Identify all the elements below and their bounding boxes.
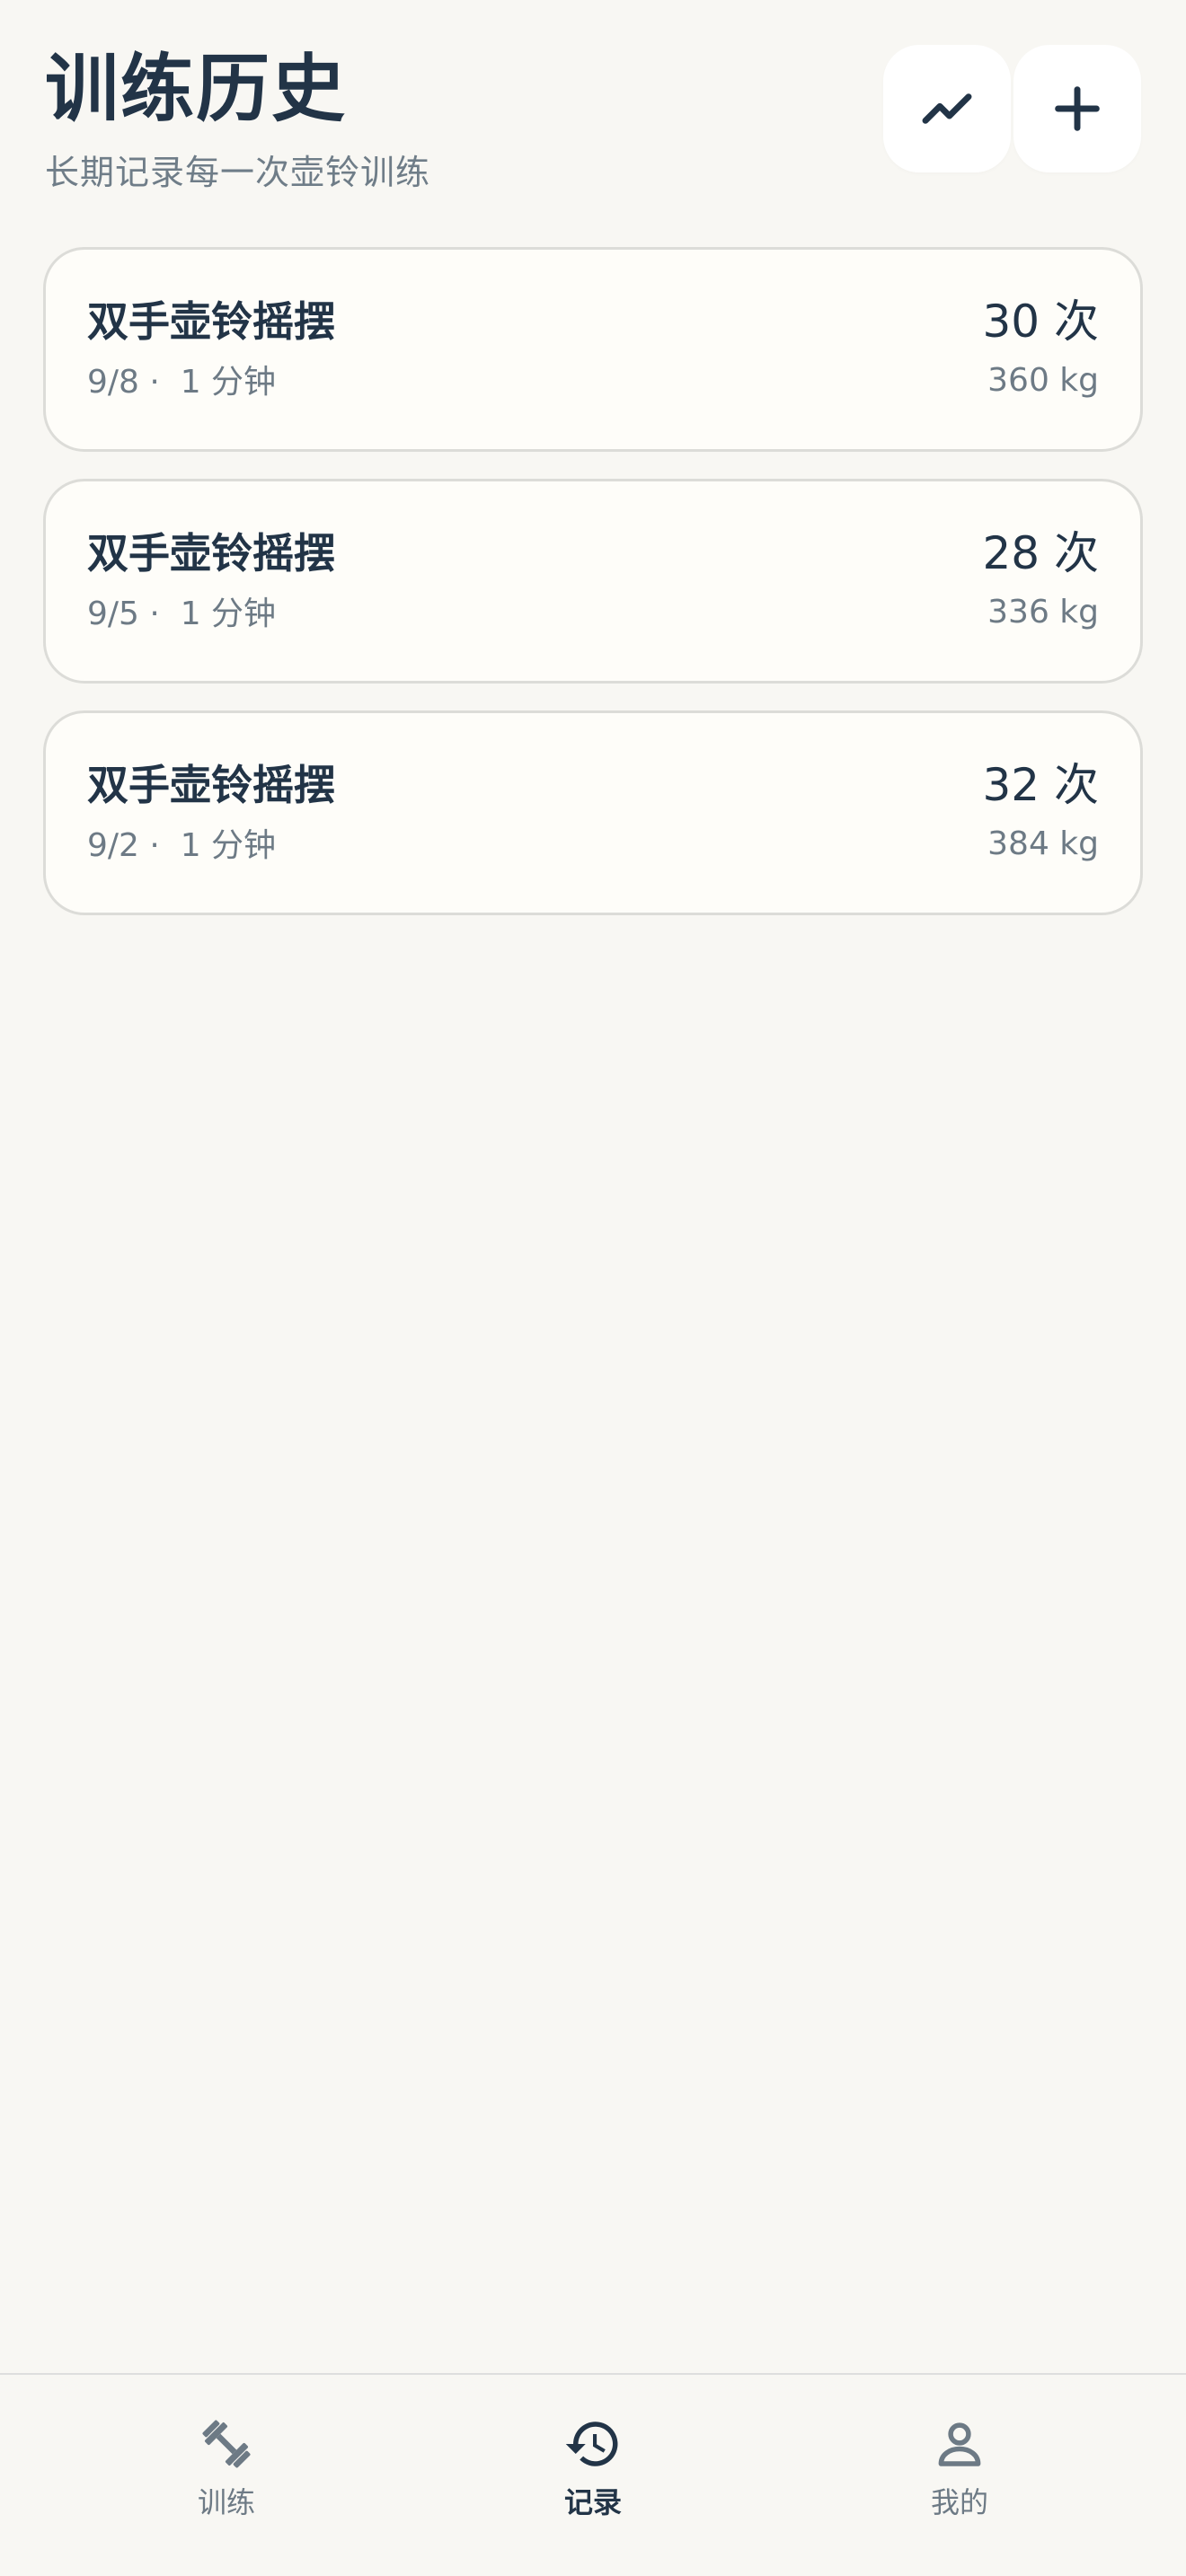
- history-screen: 训练历史 长期记录每一次壶铃训练 双手壶铃摇摆 9/8 · 1 分钟 30 次 …: [0, 0, 1186, 2576]
- history-icon: [565, 2422, 618, 2466]
- session-card[interactable]: 双手壶铃摇摆 9/8 · 1 分钟 30 次 360 kg: [43, 247, 1143, 452]
- nav-label-me: 我的: [930, 2485, 988, 2519]
- session-meta: 9/8 · 1 分钟: [87, 364, 277, 401]
- session-weight: 384 kg: [987, 825, 1099, 862]
- session-meta: 9/5 · 1 分钟: [87, 595, 277, 632]
- header: 训练历史 长期记录每一次壶铃训练: [45, 45, 1141, 207]
- nav-item-train[interactable]: 训练: [119, 2414, 334, 2540]
- session-meta: 9/2 · 1 分钟: [87, 827, 277, 864]
- session-card[interactable]: 双手壶铃摇摆 9/2 · 1 分钟 32 次 384 kg: [43, 710, 1143, 915]
- nav-label-history: 记录: [563, 2485, 622, 2519]
- nav-item-history[interactable]: 记录: [485, 2414, 701, 2540]
- nav-item-me[interactable]: 我的: [852, 2414, 1067, 2540]
- add-session-button[interactable]: [1013, 45, 1141, 172]
- session-weight: 336 kg: [987, 594, 1099, 631]
- plus-icon: [1055, 86, 1100, 131]
- trend-chart-icon: [922, 93, 972, 124]
- page-subtitle: 长期记录每一次壶铃训练: [45, 153, 431, 192]
- session-reps: 32 次: [982, 759, 1099, 811]
- stats-button[interactable]: [883, 45, 1011, 172]
- session-list: 双手壶铃摇摆 9/8 · 1 分钟 30 次 360 kg 双手壶铃摇摆 9/5…: [43, 247, 1143, 942]
- session-name: 双手壶铃摇摆: [87, 761, 335, 809]
- nav-label-train: 训练: [197, 2485, 255, 2519]
- session-weight: 360 kg: [987, 362, 1099, 399]
- bottom-nav: 训练 记录 我的: [0, 2373, 1186, 2576]
- session-name: 双手壶铃摇摆: [87, 297, 335, 346]
- session-reps: 30 次: [982, 296, 1099, 348]
- person-icon: [938, 2422, 981, 2466]
- page-title: 训练历史: [45, 47, 348, 132]
- session-name: 双手壶铃摇摆: [87, 529, 335, 578]
- session-card[interactable]: 双手壶铃摇摆 9/5 · 1 分钟 28 次 336 kg: [43, 479, 1143, 684]
- session-reps: 28 次: [982, 527, 1099, 579]
- dumbbell-icon: [202, 2420, 251, 2468]
